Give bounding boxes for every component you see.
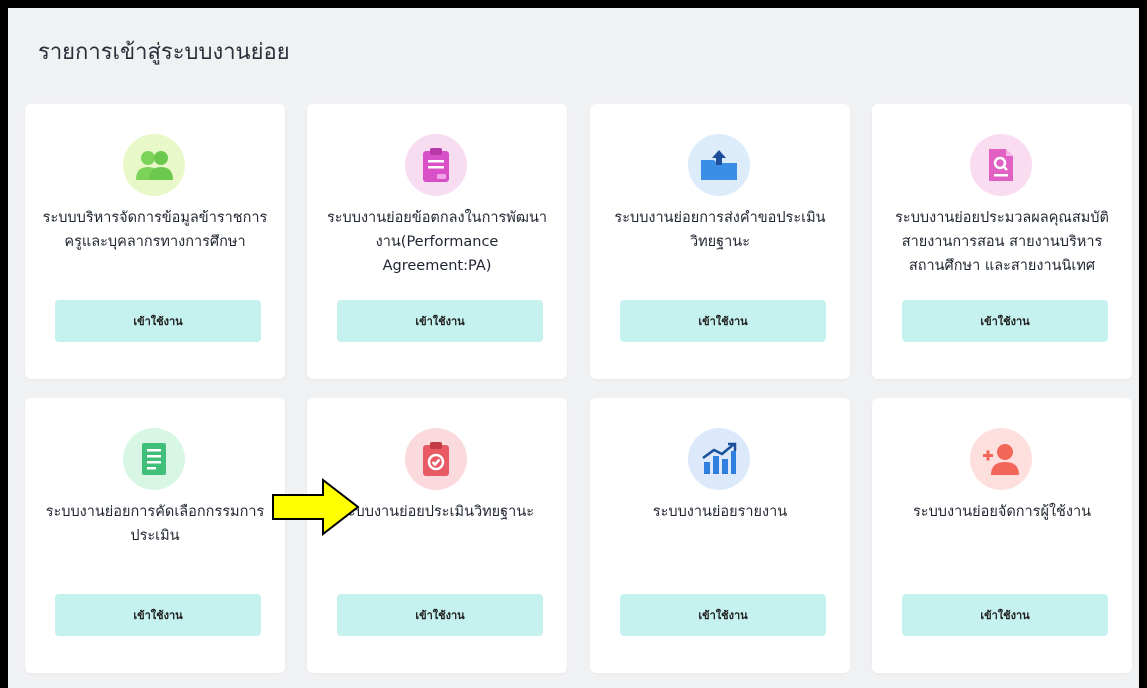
- icon-circle: [688, 134, 750, 196]
- card-user-management: ระบบงานย่อยจัดการผู้ใช้งาน เข้าใช้งาน: [872, 398, 1132, 673]
- card-title: ระบบงานย่อยประมวลผลคุณสมบัติสายงานการสอน…: [895, 210, 1109, 274]
- card-title: ระบบบริหารจัดการข้อมูลข้าราชการครูและบุค…: [42, 210, 268, 250]
- card-title: ระบบงานย่อยการส่งคำขอประเมินวิทยฐานะ: [614, 210, 826, 250]
- enter-button[interactable]: เข้าใช้งาน: [620, 594, 826, 636]
- icon-circle: [123, 428, 185, 490]
- content-panel: รายการเข้าสู่ระบบงานย่อย ระบบบริหารจัดกา…: [8, 8, 1139, 688]
- card-title: ระบบงานย่อยข้อตกลงในการพัฒนางาน(Performa…: [326, 210, 547, 274]
- add-user-icon: [981, 442, 1021, 476]
- enter-button[interactable]: เข้าใช้งาน: [55, 594, 261, 636]
- card-title: ระบบงานย่อยรายงาน: [652, 504, 788, 520]
- clipboard-check-icon: [421, 441, 451, 477]
- enter-button[interactable]: เข้าใช้งาน: [55, 300, 261, 342]
- document-list-icon: [140, 441, 168, 477]
- enter-button[interactable]: เข้าใช้งาน: [902, 300, 1108, 342]
- people-icon: [134, 148, 174, 182]
- card-personnel-management: ระบบบริหารจัดการข้อมูลข้าราชการครูและบุค…: [25, 104, 285, 379]
- icon-circle: [405, 134, 467, 196]
- card-title: ระบบงานย่อยการคัดเลือกกรรมการประเมิน: [45, 504, 265, 544]
- document-search-icon: [986, 147, 1016, 183]
- enter-button[interactable]: เข้าใช้งาน: [337, 594, 543, 636]
- folder-upload-icon: [699, 148, 739, 182]
- bar-chart-icon: [700, 442, 738, 476]
- card-performance-agreement: ระบบงานย่อยข้อตกลงในการพัฒนางาน(Performa…: [307, 104, 567, 379]
- page-title: รายการเข้าสู่ระบบงานย่อย: [38, 40, 290, 65]
- enter-button[interactable]: เข้าใช้งาน: [337, 300, 543, 342]
- icon-circle: [123, 134, 185, 196]
- clipboard-pa-icon: [421, 147, 451, 183]
- annotation-arrow-icon: [271, 477, 361, 537]
- icon-circle: [970, 428, 1032, 490]
- card-title: ระบบงานย่อยจัดการผู้ใช้งาน: [913, 504, 1091, 520]
- enter-button[interactable]: เข้าใช้งาน: [902, 594, 1108, 636]
- icon-circle: [970, 134, 1032, 196]
- card-committee-selection: ระบบงานย่อยการคัดเลือกกรรมการประเมิน เข้…: [25, 398, 285, 673]
- card-qualification-processing: ระบบงานย่อยประมวลผลคุณสมบัติสายงานการสอน…: [872, 104, 1132, 379]
- icon-circle: [405, 428, 467, 490]
- card-academic-standing-request: ระบบงานย่อยการส่งคำขอประเมินวิทยฐานะ เข้…: [590, 104, 850, 379]
- icon-circle: [688, 428, 750, 490]
- enter-button[interactable]: เข้าใช้งาน: [620, 300, 826, 342]
- card-reports: ระบบงานย่อยรายงาน เข้าใช้งาน: [590, 398, 850, 673]
